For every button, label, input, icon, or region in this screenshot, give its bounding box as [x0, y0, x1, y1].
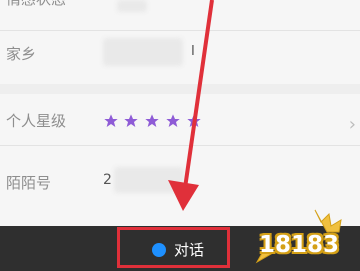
watermark-text: 18183 [259, 232, 340, 258]
chat-button-label: 对话 [174, 241, 205, 259]
arrowhead [168, 180, 199, 211]
watermark-logo: 18183 [255, 208, 360, 271]
chat-bubble-icon [152, 243, 166, 257]
chat-button[interactable]: 对话 [117, 227, 230, 268]
